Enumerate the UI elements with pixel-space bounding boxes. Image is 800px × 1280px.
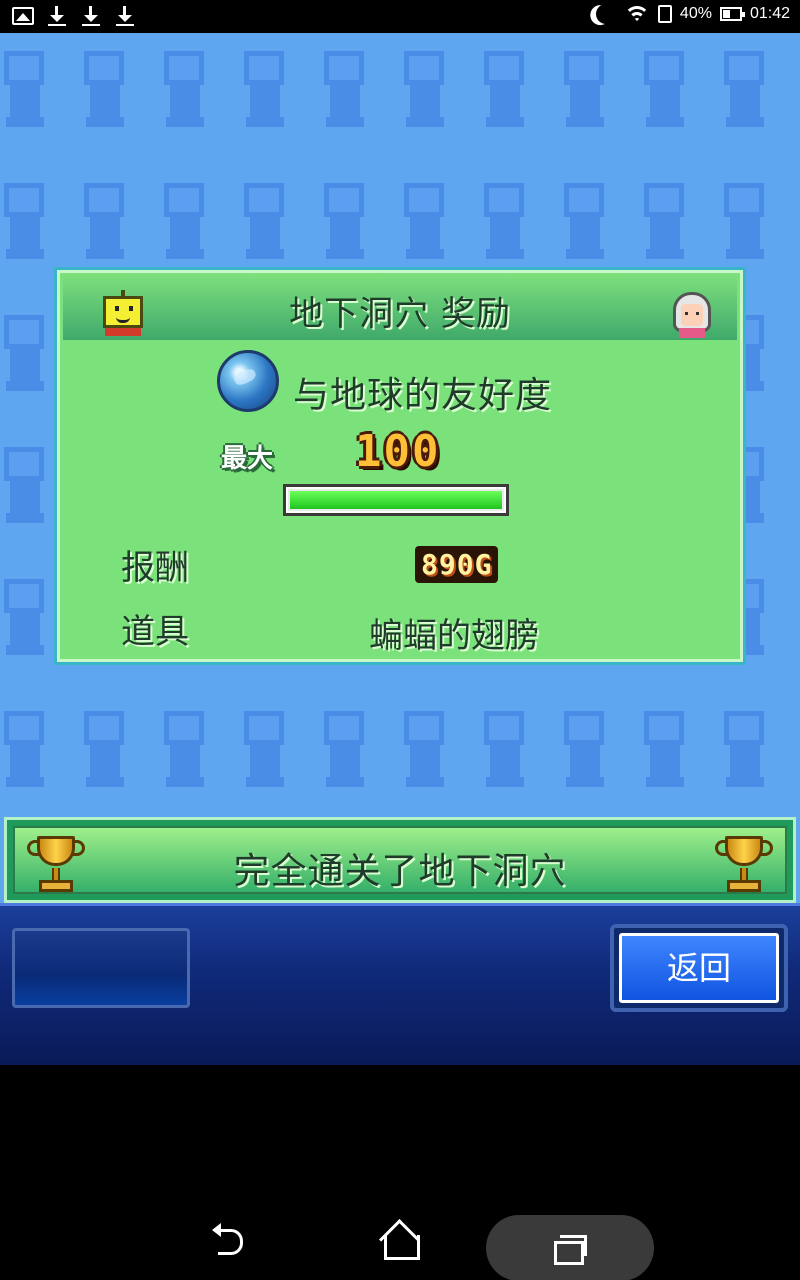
background-robot-tile <box>152 51 212 135</box>
background-robot-tile <box>232 51 292 135</box>
panel-header: 地下洞穴 奖励 <box>63 274 737 340</box>
friendship-progress-bar <box>283 484 509 516</box>
reward-value: 890G <box>415 546 499 583</box>
system-icons: 40% 01:42 <box>590 4 790 24</box>
empty-slot <box>12 928 190 1008</box>
background-robot-tile <box>632 711 692 795</box>
background-robot-tile <box>552 51 612 135</box>
background-robot-tile <box>232 183 292 267</box>
background-robot-tile <box>0 315 52 399</box>
background-robot-tile <box>72 711 132 795</box>
background-robot-tile <box>712 711 772 795</box>
earth-icon <box>217 350 279 412</box>
panel-title: 地下洞穴 奖励 <box>289 294 511 334</box>
background-robot-tile <box>632 51 692 135</box>
background-robot-tile <box>392 51 452 135</box>
max-value: 100 <box>355 426 441 477</box>
trophy-icon <box>713 836 775 894</box>
nav-back-icon[interactable] <box>206 1215 256 1265</box>
background-robot-tile <box>552 183 612 267</box>
granny-avatar-icon <box>669 292 715 338</box>
background-robot-tile <box>472 183 532 267</box>
nav-recent-apps-icon[interactable] <box>544 1225 594 1275</box>
status-bar: 40% 01:42 <box>0 0 800 33</box>
nav-home-icon[interactable] <box>374 1215 424 1265</box>
background-robot-tile <box>312 711 372 795</box>
completion-text: 完全通关了地下洞穴 <box>233 851 567 892</box>
background-robot-tile <box>632 183 692 267</box>
navigation-bar <box>0 1065 800 1280</box>
background-robot-tile <box>0 579 52 663</box>
back-button[interactable]: 返回 <box>610 924 788 1012</box>
background-robot-tile <box>312 183 372 267</box>
game-screen: 地下洞穴 奖励 与地球的友好度 最大 100 报酬 890G 道具 蝙蝠的翅膀 … <box>0 33 800 1065</box>
background-robot-tile <box>712 51 772 135</box>
friendship-subject: 与地球的友好度 <box>293 375 553 416</box>
background-robot-tile <box>0 183 52 267</box>
max-label: 最大 <box>221 444 274 474</box>
back-button-label: 返回 <box>619 933 779 1003</box>
background-robot-tile <box>472 51 532 135</box>
download-icon <box>80 5 102 27</box>
item-value: 蝙蝠的翅膀 <box>369 616 539 656</box>
background-robot-tile <box>712 183 772 267</box>
background-robot-tile <box>392 183 452 267</box>
background-robot-tile <box>472 711 532 795</box>
background-robot-tile <box>552 711 612 795</box>
download-icon <box>114 5 136 27</box>
bottom-bar: 返回 <box>0 903 800 1065</box>
moon-icon <box>593 1 619 27</box>
background-robot-tile <box>312 51 372 135</box>
reward-label: 报酬 <box>121 548 189 588</box>
background-robot-tile <box>152 711 212 795</box>
background-robot-tile <box>232 711 292 795</box>
background-robot-tile <box>0 711 52 795</box>
progress-fill <box>290 491 502 509</box>
background-robot-tile <box>72 183 132 267</box>
reward-panel: 地下洞穴 奖励 与地球的友好度 最大 100 报酬 890G 道具 蝙蝠的翅膀 <box>54 267 746 665</box>
battery-percent: 40% <box>679 5 712 22</box>
wifi-icon <box>623 4 650 24</box>
image-icon <box>12 7 34 25</box>
clock: 01:42 <box>749 5 790 22</box>
sd-card-icon <box>657 5 672 23</box>
item-label: 道具 <box>121 612 189 652</box>
background-robot-tile <box>392 711 452 795</box>
notification-icons <box>12 5 136 27</box>
background-robot-tile <box>152 183 212 267</box>
background-robot-tile <box>72 51 132 135</box>
completion-banner: 完全通关了地下洞穴 <box>4 817 796 903</box>
background-robot-tile <box>0 447 52 531</box>
battery-icon <box>719 7 745 21</box>
download-icon <box>46 5 68 27</box>
background-robot-tile <box>0 51 52 135</box>
